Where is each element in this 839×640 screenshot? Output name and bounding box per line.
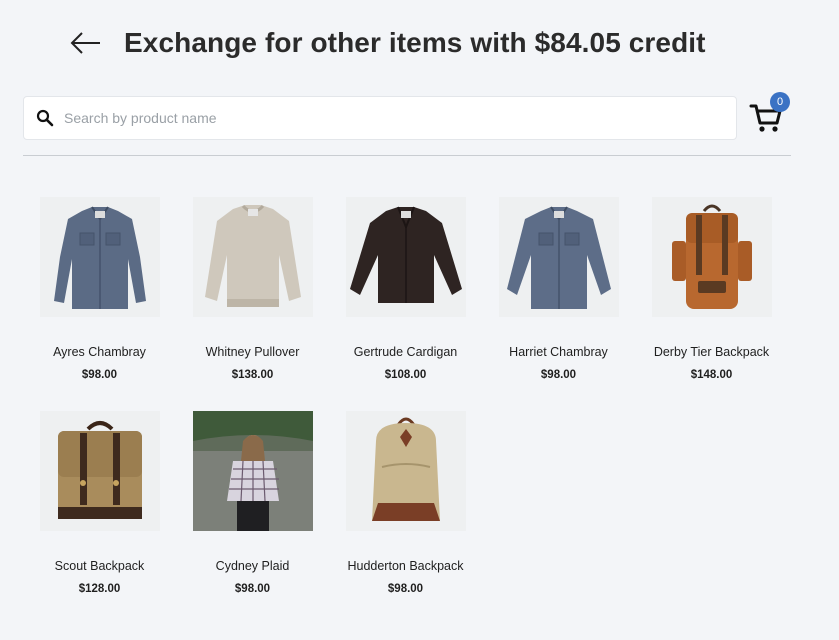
- model-photo-image: [193, 411, 313, 531]
- cart-count-badge: 0: [770, 92, 790, 112]
- divider: [23, 155, 791, 156]
- product-card[interactable]: Whitney Pullover $138.00: [176, 197, 329, 381]
- search-input[interactable]: [62, 97, 736, 139]
- product-image: [40, 411, 160, 531]
- product-name: Derby Tier Backpack: [653, 345, 770, 359]
- product-image: [652, 197, 772, 317]
- product-price: $98.00: [81, 369, 118, 381]
- backpack-image: [40, 411, 160, 531]
- backpack-image: [652, 197, 772, 317]
- exchange-page: Exchange for other items with $84.05 cre…: [0, 0, 839, 640]
- product-image: [193, 411, 313, 531]
- backpack-image: [346, 411, 466, 531]
- product-card[interactable]: Gertrude Cardigan $108.00: [329, 197, 482, 381]
- search-box[interactable]: [23, 96, 737, 140]
- product-image: [346, 411, 466, 531]
- page-title: Exchange for other items with $84.05 cre…: [124, 27, 706, 58]
- product-card[interactable]: Hudderton Backpack $98.00: [329, 411, 482, 595]
- product-name: Hudderton Backpack: [347, 559, 464, 573]
- product-name: Gertrude Cardigan: [353, 345, 458, 359]
- cart-button[interactable]: 0: [749, 92, 791, 136]
- product-name: Cydney Plaid: [215, 559, 290, 573]
- product-name: Whitney Pullover: [205, 345, 300, 359]
- back-arrow-icon[interactable]: [68, 26, 102, 60]
- product-price: $98.00: [540, 369, 577, 381]
- product-price: $138.00: [231, 369, 274, 381]
- page-header: Exchange for other items with $84.05 cre…: [68, 26, 706, 60]
- product-card[interactable]: Harriet Chambray $98.00: [482, 197, 635, 381]
- product-price: $128.00: [78, 583, 121, 595]
- product-price: $98.00: [387, 583, 424, 595]
- product-price: $108.00: [384, 369, 427, 381]
- shirt-image: [499, 197, 619, 317]
- sweater-image: [193, 197, 313, 317]
- search-icon: [36, 109, 54, 127]
- product-card[interactable]: Ayres Chambray $98.00: [23, 197, 176, 381]
- product-image: [346, 197, 466, 317]
- product-image: [40, 197, 160, 317]
- product-card[interactable]: Cydney Plaid $98.00: [176, 411, 329, 595]
- product-price: $148.00: [690, 369, 733, 381]
- product-name: Scout Backpack: [54, 559, 145, 573]
- product-price: $98.00: [234, 583, 271, 595]
- product-image: [499, 197, 619, 317]
- product-name: Ayres Chambray: [53, 345, 146, 359]
- product-image: [193, 197, 313, 317]
- cardigan-image: [346, 197, 466, 317]
- product-card[interactable]: Scout Backpack $128.00: [23, 411, 176, 595]
- product-name: Harriet Chambray: [509, 345, 608, 359]
- product-card[interactable]: Derby Tier Backpack $148.00: [635, 197, 788, 381]
- shirt-image: [40, 197, 160, 317]
